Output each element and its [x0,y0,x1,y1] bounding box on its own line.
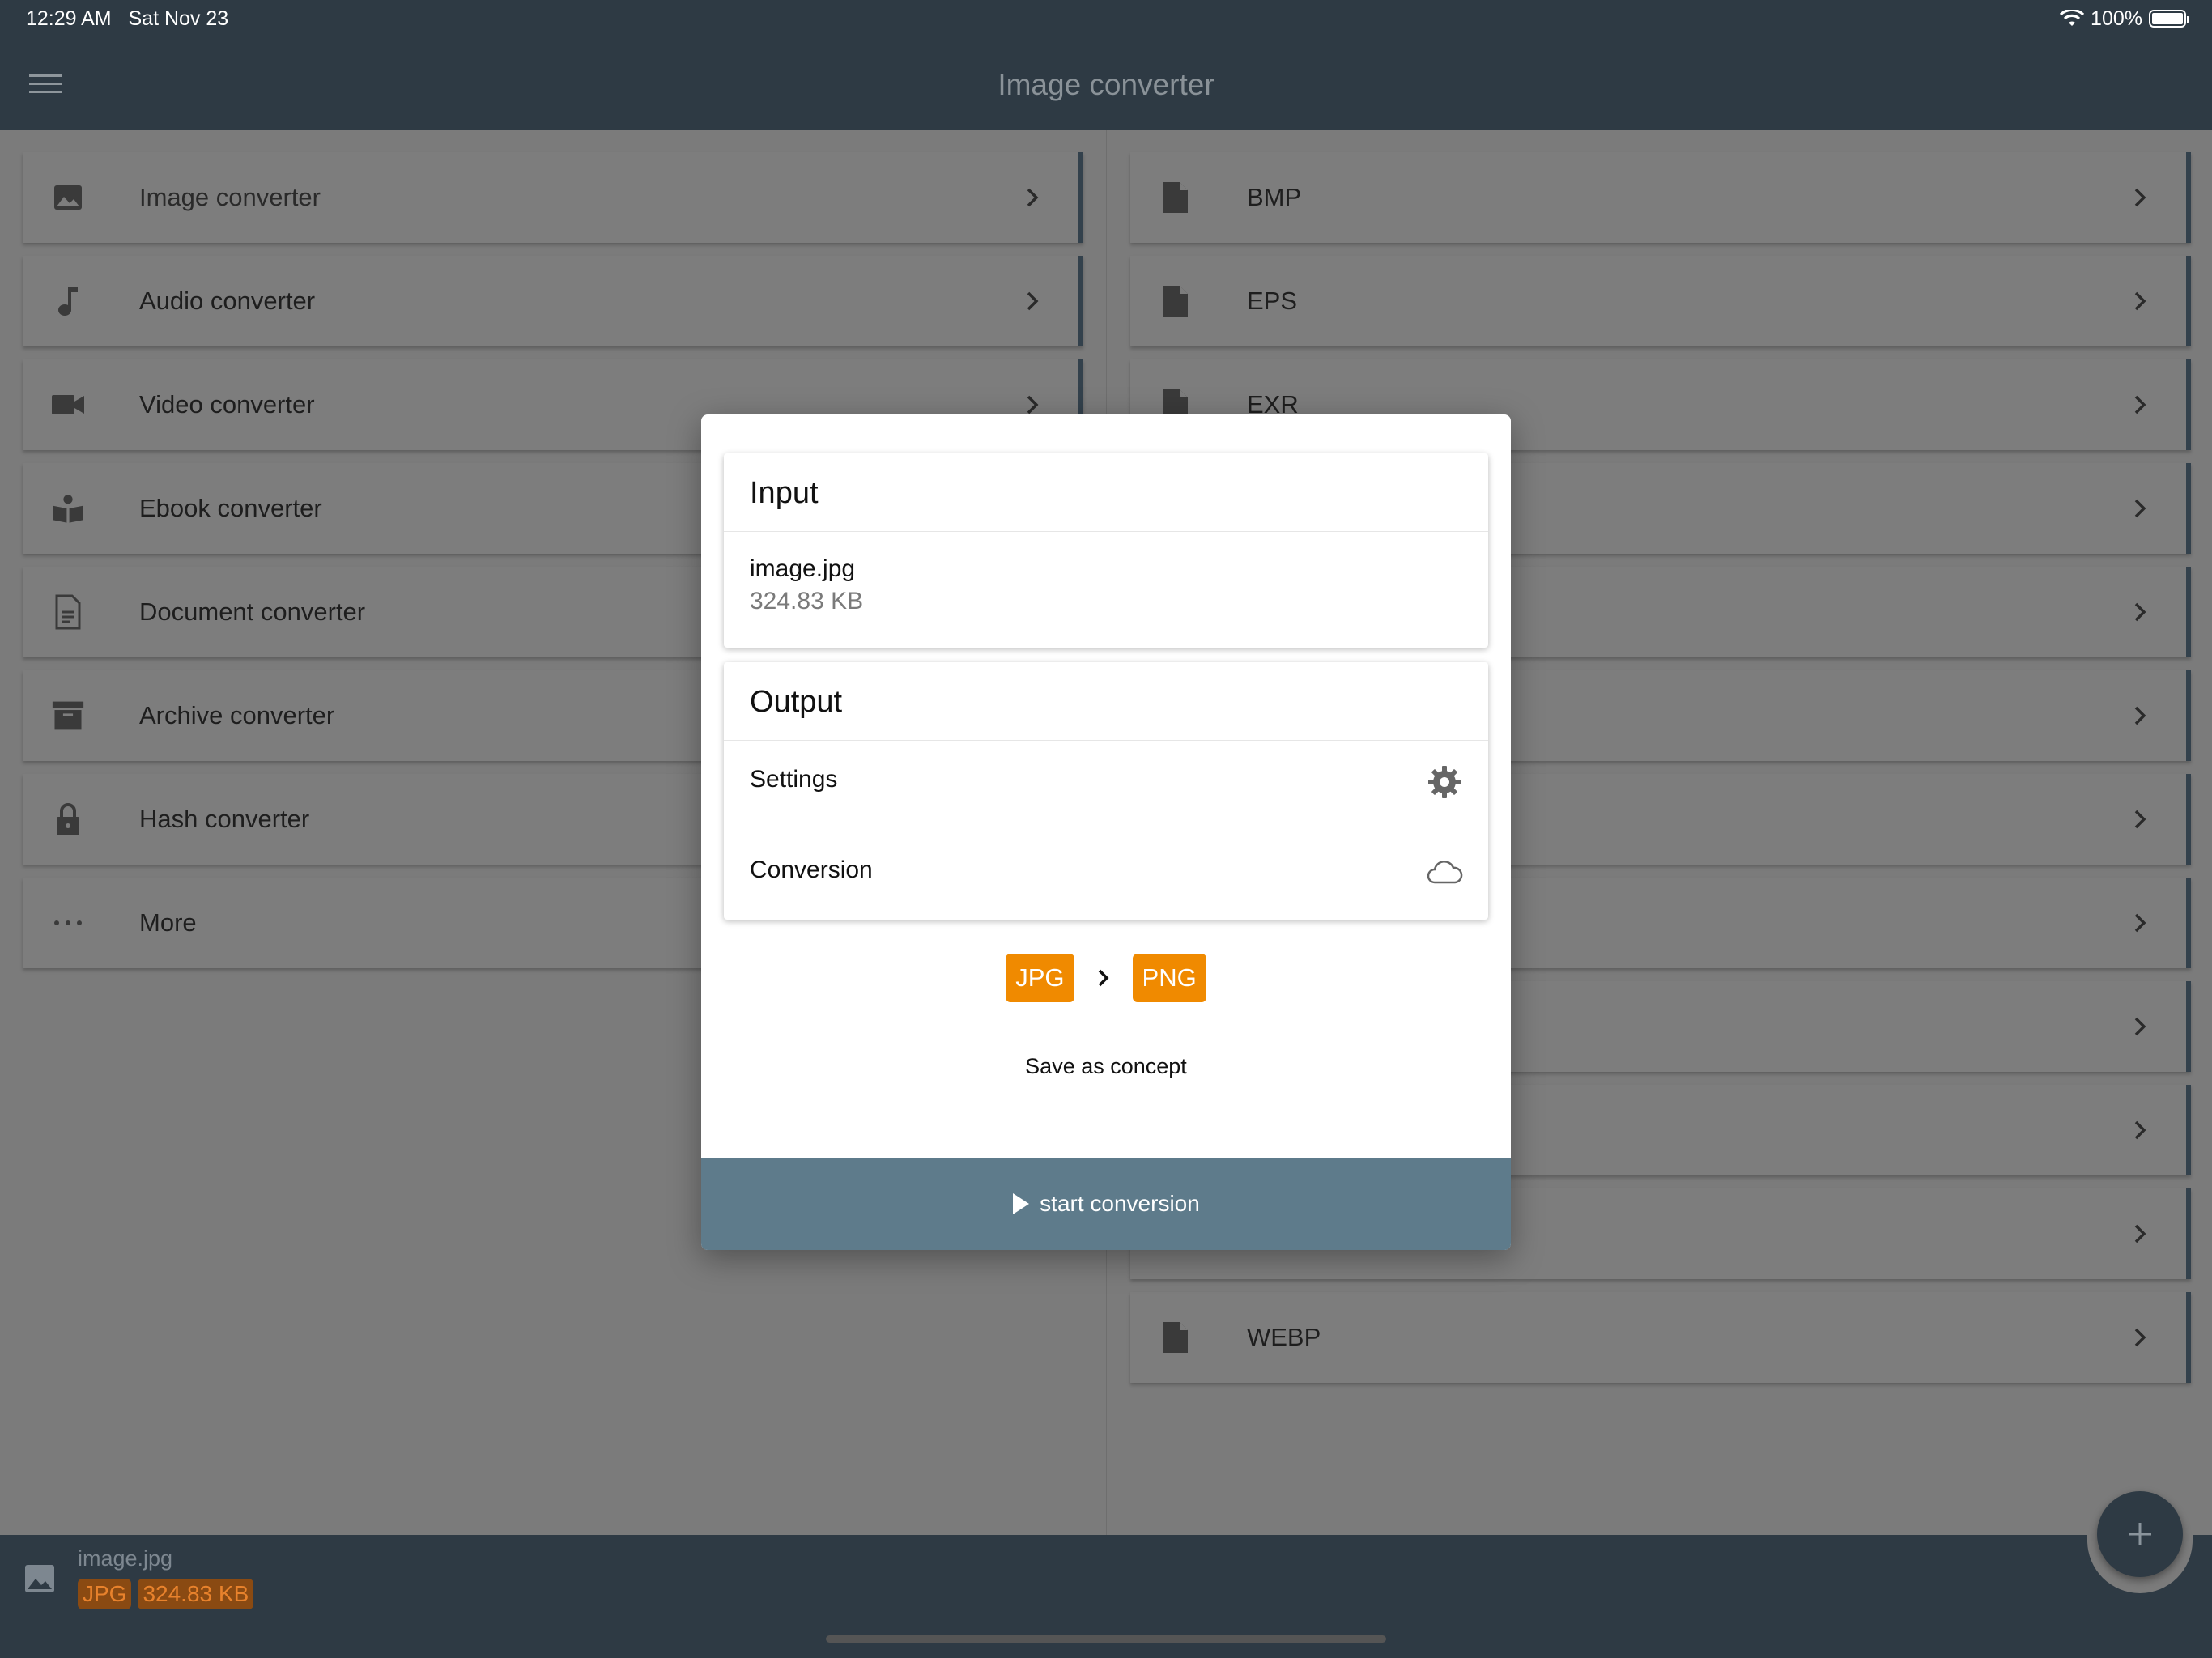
format-label: EPS [1247,287,1298,315]
chevron-right-icon [2134,913,2146,933]
chevron-right-icon [2134,706,2146,725]
status-bar-time: 12:29 AM Sat Nov 23 [26,7,229,30]
chevron-right-icon [2134,1224,2146,1244]
image-icon [52,181,84,214]
format-label: WEBP [1247,1323,1321,1351]
divider [724,531,1488,532]
plus-icon [2129,1523,2151,1545]
document-icon [52,594,84,630]
input-file-size: 324.83 KB [750,588,864,614]
start-conversion-button[interactable]: start conversion [701,1158,1511,1250]
file-icon [1159,181,1192,214]
format-item-bmp[interactable]: BMP [1130,152,2191,243]
chevron-right-icon [1027,291,1039,311]
format-badge: JPG [78,1579,132,1609]
cloud-icon [1427,861,1463,884]
format-conversion-path: JPG PNG [701,954,1511,1002]
chevron-right-icon [2134,395,2146,414]
from-format-badge[interactable]: JPG [1006,954,1074,1002]
input-title: Input [750,476,819,510]
play-icon [1013,1193,1030,1214]
menu-item-audio-converter[interactable]: Audio converter [23,256,1083,346]
archive-box-icon [52,699,84,732]
wifi-icon [2060,10,2085,26]
menu-item-label: Image converter [139,183,321,211]
output-card: Output Settings Conversion [724,662,1488,920]
page-title: Image converter [998,68,1214,101]
save-as-concept-button[interactable]: Save as concept [701,1054,1511,1079]
app-header: 12:29 AM Sat Nov 23 100% Image converter [0,0,2212,130]
chevron-right-icon [2134,602,2146,622]
chevron-right-icon [2134,810,2146,829]
home-indicator [826,1635,1386,1643]
menu-item-label: More [139,908,197,937]
file-icon [1159,285,1192,317]
music-note-icon [52,285,84,317]
battery-percent: 100% [2091,7,2142,30]
chevron-right-icon [1098,969,1109,987]
gear-icon [1428,766,1461,798]
size-badge: 324.83 KB [138,1579,254,1609]
chevron-right-icon [2134,1017,2146,1036]
status-bar-right: 100% [2060,6,2189,31]
to-format-badge[interactable]: PNG [1132,954,1206,1002]
current-file-badges: JPG 324.83 KB [78,1579,254,1609]
start-conversion-label: start conversion [1040,1191,1200,1216]
image-icon [25,1565,54,1592]
chevron-right-icon [2134,291,2146,311]
menu-item-label: Archive converter [139,701,335,729]
format-label: BMP [1247,183,1302,211]
input-card: Input image.jpg 324.83 KB [724,453,1488,648]
conversion-label: Conversion [750,857,873,883]
menu-item-label: Hash converter [139,805,310,833]
conversion-dialog: Input image.jpg 324.83 KB Output Setting… [701,414,1511,1250]
current-file-name: image.jpg [78,1546,173,1571]
lock-icon [52,803,84,835]
add-file-button[interactable] [2097,1491,2183,1577]
menu-item-label: Document converter [139,597,366,626]
file-icon [1159,1321,1192,1354]
video-camera-icon [52,389,84,421]
divider [724,740,1488,741]
settings-label: Settings [750,766,838,793]
conversion-row[interactable]: Conversion [724,832,1488,913]
format-item-webp[interactable]: WEBP [1130,1292,2191,1383]
chevron-right-icon [1027,188,1039,207]
output-title: Output [750,685,843,719]
book-reader-icon [52,492,84,525]
battery-icon [2149,10,2189,28]
input-file-name: image.jpg [750,555,856,582]
menu-item-label: Video converter [139,390,315,419]
chevron-right-icon [2134,1328,2146,1347]
chevron-right-icon [2134,1120,2146,1140]
chevron-right-icon [2134,188,2146,207]
settings-row[interactable]: Settings [724,742,1488,823]
menu-item-image-converter[interactable]: Image converter [23,152,1083,243]
format-item-eps[interactable]: EPS [1130,256,2191,346]
more-dots-icon [52,907,84,939]
menu-item-label: Audio converter [139,287,316,315]
menu-item-label: Ebook converter [139,494,322,522]
chevron-right-icon [2134,499,2146,518]
